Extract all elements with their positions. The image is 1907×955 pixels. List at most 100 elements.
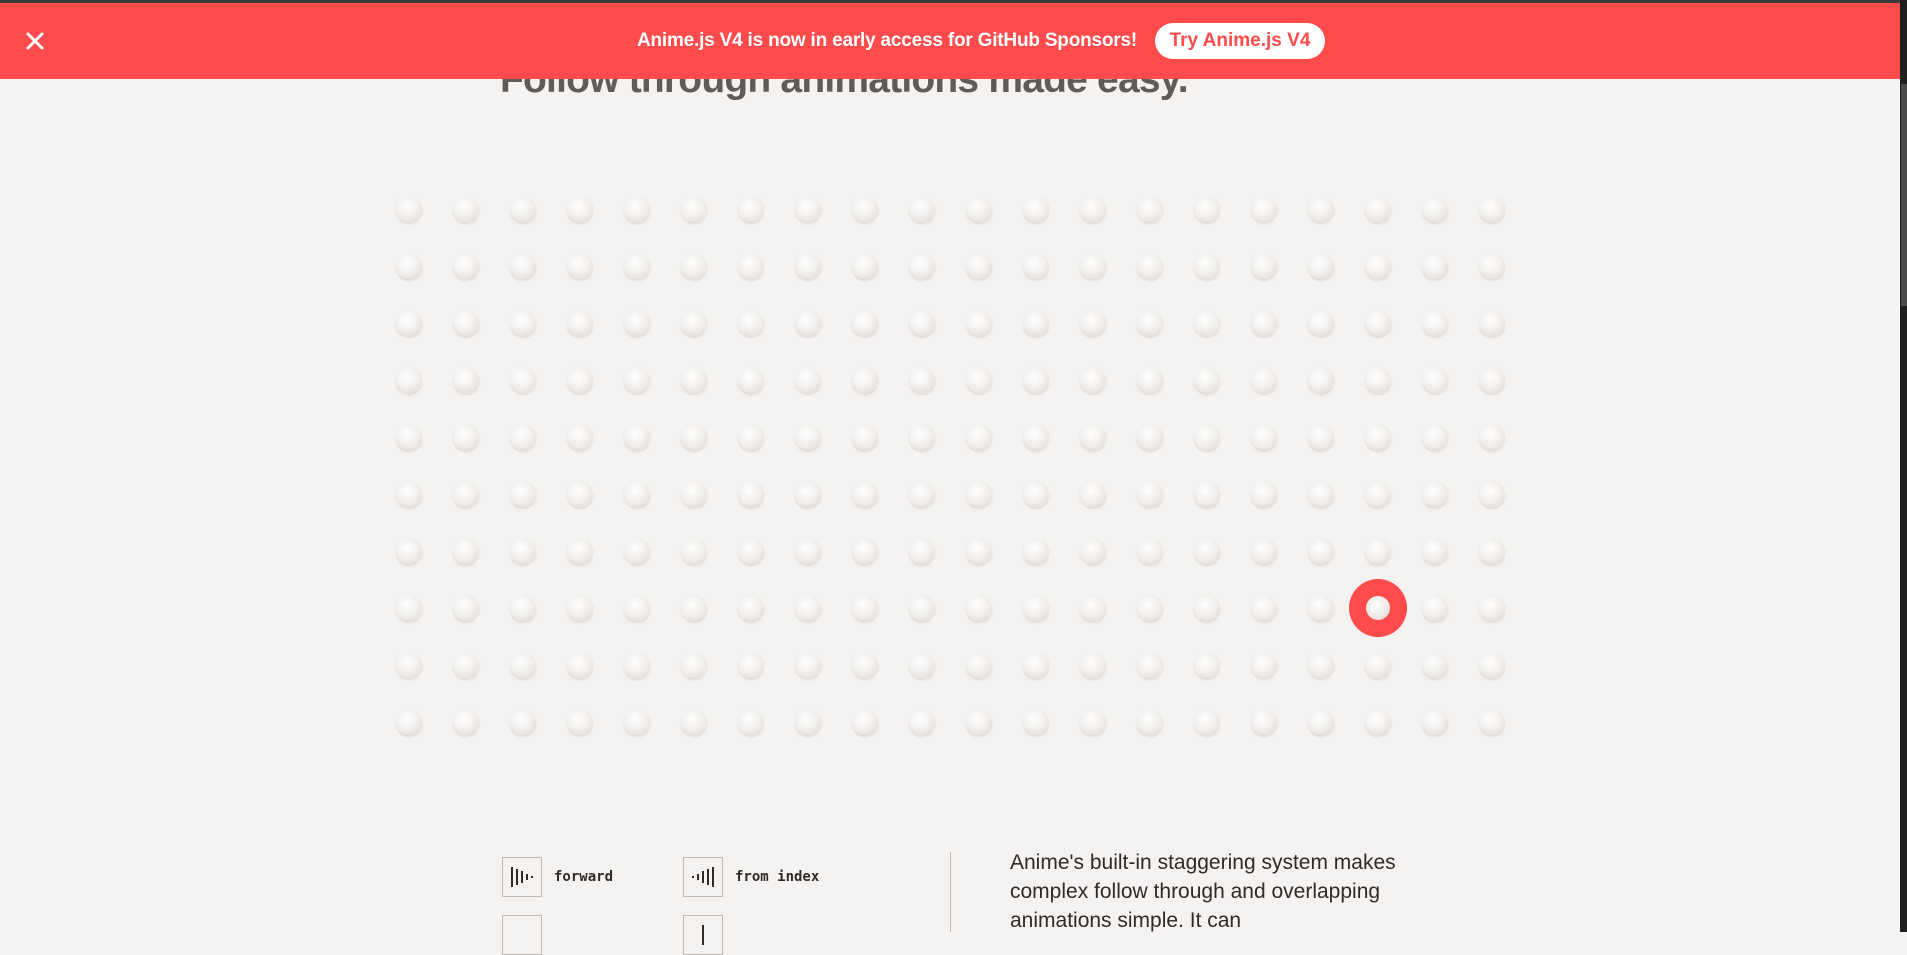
grid-dot[interactable] <box>1422 538 1448 564</box>
grid-dot[interactable] <box>1308 253 1334 279</box>
grid-dot[interactable] <box>453 709 479 735</box>
grid-dot[interactable] <box>795 310 821 336</box>
grid-dot[interactable] <box>681 538 707 564</box>
grid-dot[interactable] <box>1137 424 1163 450</box>
grid-dot[interactable] <box>1080 196 1106 222</box>
grid-dot[interactable] <box>966 538 992 564</box>
grid-dot[interactable] <box>1137 652 1163 678</box>
grid-dot[interactable] <box>1365 652 1391 678</box>
grid-dot[interactable] <box>567 538 593 564</box>
grid-dot[interactable] <box>1251 481 1277 507</box>
grid-dot[interactable] <box>1194 253 1220 279</box>
grid-dot[interactable] <box>1422 253 1448 279</box>
grid-dot[interactable] <box>1422 367 1448 393</box>
grid-dot[interactable] <box>1023 424 1049 450</box>
grid-dot[interactable] <box>510 253 536 279</box>
grid-dot[interactable] <box>852 253 878 279</box>
grid-dot[interactable] <box>738 595 764 621</box>
grid-dot[interactable] <box>681 424 707 450</box>
grid-dot[interactable] <box>1137 253 1163 279</box>
grid-dot[interactable] <box>510 196 536 222</box>
grid-dot[interactable] <box>567 310 593 336</box>
grid-dot[interactable] <box>624 538 650 564</box>
grid-dot[interactable] <box>1251 367 1277 393</box>
grid-dot[interactable] <box>396 709 422 735</box>
grid-dot[interactable] <box>1308 310 1334 336</box>
grid-dot[interactable] <box>738 253 764 279</box>
grid-dot[interactable] <box>567 595 593 621</box>
grid-dot[interactable] <box>1479 424 1505 450</box>
grid-dot[interactable] <box>795 367 821 393</box>
grid-dot[interactable] <box>681 481 707 507</box>
grid-dot[interactable] <box>738 652 764 678</box>
grid-dot[interactable] <box>1422 709 1448 735</box>
grid-dot[interactable] <box>396 538 422 564</box>
grid-dot[interactable] <box>567 196 593 222</box>
grid-dot[interactable] <box>1023 196 1049 222</box>
grid-dot[interactable] <box>852 424 878 450</box>
grid-dot[interactable] <box>795 196 821 222</box>
grid-dot[interactable] <box>624 367 650 393</box>
grid-dot[interactable] <box>1023 481 1049 507</box>
grid-dot[interactable] <box>1080 481 1106 507</box>
stagger-forward-option[interactable]: forward <box>502 857 613 897</box>
grid-dot[interactable] <box>852 595 878 621</box>
grid-dot[interactable] <box>966 709 992 735</box>
grid-dot[interactable] <box>738 310 764 336</box>
grid-dot[interactable] <box>510 652 536 678</box>
grid-dot[interactable] <box>909 253 935 279</box>
grid-dot[interactable] <box>966 367 992 393</box>
grid-dot[interactable] <box>738 367 764 393</box>
grid-dot[interactable] <box>1422 196 1448 222</box>
grid-dot[interactable] <box>510 538 536 564</box>
grid-dot[interactable] <box>624 253 650 279</box>
grid-dot[interactable] <box>738 424 764 450</box>
grid-dot[interactable] <box>1422 424 1448 450</box>
grid-dot[interactable] <box>567 253 593 279</box>
grid-dot[interactable] <box>909 595 935 621</box>
grid-dot[interactable] <box>1308 424 1334 450</box>
grid-dot[interactable] <box>1251 538 1277 564</box>
grid-dot[interactable] <box>1365 538 1391 564</box>
grid-dot[interactable] <box>1251 310 1277 336</box>
grid-dot[interactable] <box>852 538 878 564</box>
grid-dot[interactable] <box>396 367 422 393</box>
grid-dot[interactable] <box>624 709 650 735</box>
grid-dot-active[interactable] <box>1349 579 1407 637</box>
grid-dot[interactable] <box>1023 367 1049 393</box>
grid-dot[interactable] <box>396 196 422 222</box>
grid-dot[interactable] <box>1251 709 1277 735</box>
grid-dot[interactable] <box>966 253 992 279</box>
grid-dot[interactable] <box>396 652 422 678</box>
grid-dot[interactable] <box>966 310 992 336</box>
grid-dot[interactable] <box>1308 367 1334 393</box>
grid-dot[interactable] <box>1479 595 1505 621</box>
grid-dot[interactable] <box>795 652 821 678</box>
grid-dot[interactable] <box>624 595 650 621</box>
grid-dot[interactable] <box>966 652 992 678</box>
grid-dot[interactable] <box>681 709 707 735</box>
grid-dot[interactable] <box>453 424 479 450</box>
grid-dot[interactable] <box>1251 652 1277 678</box>
grid-dot[interactable] <box>1479 310 1505 336</box>
grid-dot[interactable] <box>510 367 536 393</box>
grid-dot[interactable] <box>1194 310 1220 336</box>
grid-dot[interactable] <box>795 595 821 621</box>
grid-dot[interactable] <box>1080 652 1106 678</box>
grid-dot[interactable] <box>966 595 992 621</box>
grid-dot[interactable] <box>1080 709 1106 735</box>
grid-dot[interactable] <box>909 652 935 678</box>
grid-dot[interactable] <box>1137 196 1163 222</box>
grid-dot[interactable] <box>1080 310 1106 336</box>
grid-dot[interactable] <box>453 367 479 393</box>
grid-dot[interactable] <box>1080 538 1106 564</box>
grid-dot[interactable] <box>966 196 992 222</box>
grid-dot[interactable] <box>681 253 707 279</box>
grid-dot[interactable] <box>909 538 935 564</box>
grid-dot[interactable] <box>567 709 593 735</box>
grid-dot[interactable] <box>1365 253 1391 279</box>
grid-dot[interactable] <box>1422 652 1448 678</box>
try-anime-v4-button[interactable]: Try Anime.js V4 <box>1155 23 1325 59</box>
stagger-from-index-option[interactable]: from index <box>683 857 819 897</box>
grid-dot[interactable] <box>1023 310 1049 336</box>
